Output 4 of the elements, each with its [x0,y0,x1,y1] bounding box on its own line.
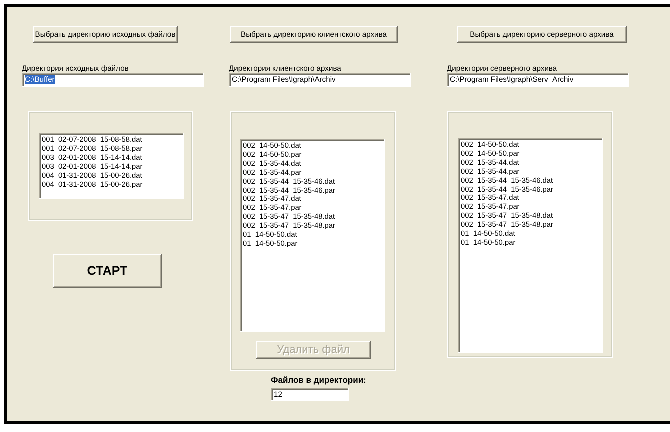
file-list[interactable] [458,138,603,353]
file-list[interactable] [240,139,385,332]
start-button[interactable]: СТАРТ [53,254,162,288]
count-label: Файлов в директории: [271,375,366,385]
